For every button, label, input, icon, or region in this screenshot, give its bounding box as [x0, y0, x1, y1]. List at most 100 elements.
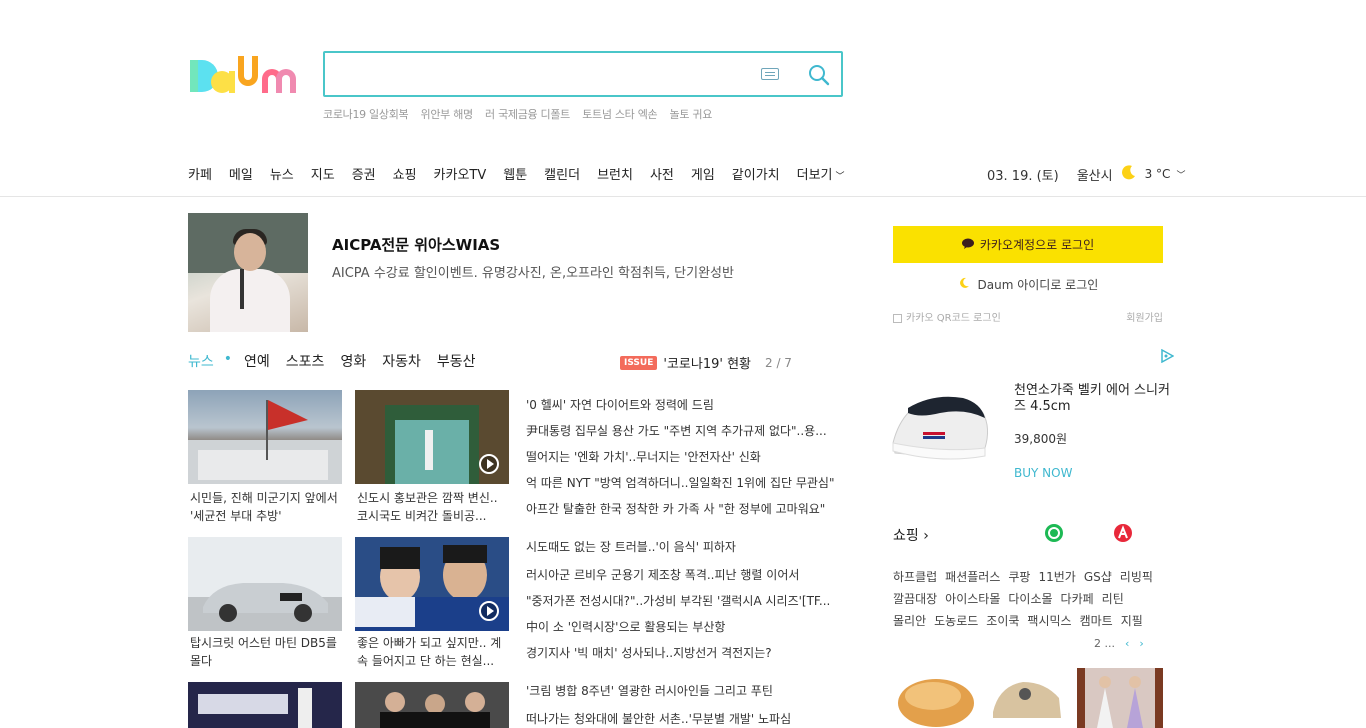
date-text: 03. 19. (토): [987, 168, 1059, 184]
shop-product-image[interactable]: [985, 672, 1071, 728]
shop-link[interactable]: 리빙픽: [1120, 570, 1153, 584]
headline[interactable]: 아프간 탈출한 한국 정착한 카 가족 사 "한 정부에 고마워요": [526, 500, 842, 517]
trending-item[interactable]: 놀토 귀요: [670, 108, 713, 121]
trending-item[interactable]: 토트넘 스타 엑손: [582, 108, 657, 121]
trending-item[interactable]: 위안부 해명: [421, 108, 474, 121]
headline[interactable]: "중저가폰 전성시대?"..가성비 부각된 '갤럭시A 시리즈'[TF...: [526, 592, 842, 609]
product-name[interactable]: 천연소가죽 벨키 에어 스니커즈 4.5cm: [1014, 383, 1174, 415]
search-icon[interactable]: [805, 61, 833, 89]
nav-item-together[interactable]: 같이가치: [732, 164, 780, 183]
shop-link[interactable]: 몰리안: [893, 614, 926, 628]
shop-link[interactable]: 조이쿡: [986, 614, 1019, 628]
nav-item-news[interactable]: 뉴스: [270, 164, 294, 183]
news-caption[interactable]: 좋은 아빠가 되고 싶지만.. 계속 들어지고 단 하는 현실...: [357, 634, 507, 670]
tab-news[interactable]: 뉴스: [188, 351, 214, 371]
red-letter-a-icon[interactable]: [1114, 524, 1132, 542]
headline[interactable]: 경기지사 '빅 매치' 성사되나..지방선거 격전지는?: [526, 644, 842, 661]
shopping-pager: 2 ... ‹ ›: [1094, 637, 1144, 650]
nav-item-game[interactable]: 게임: [691, 164, 715, 183]
signup-link[interactable]: 회원가입: [1126, 309, 1163, 324]
nav-item-kakaotv[interactable]: 카카오TV: [434, 164, 487, 183]
kakao-login-label: 카카오계정으로 로그인: [979, 238, 1095, 252]
kakao-login-button[interactable]: 카카오계정으로 로그인: [893, 226, 1163, 263]
shop-link[interactable]: 아이스타몰: [945, 592, 1000, 606]
keyboard-icon[interactable]: [761, 68, 779, 80]
news-thumb[interactable]: [355, 390, 509, 484]
tab-entertainment[interactable]: 연예: [244, 351, 270, 371]
play-icon: [479, 454, 499, 474]
headline[interactable]: 尹대통령 집무실 용산 가도 "주변 지역 추가규제 없다"..용...: [526, 422, 842, 439]
global-nav: 카페 메일 뉴스 지도 증권 쇼핑 카카오TV 웹툰 캘린더 브런치 사전 게임…: [188, 164, 879, 183]
headline[interactable]: 中이 소 '인력시장'으로 활용되는 부산항: [526, 618, 842, 635]
shop-link[interactable]: 패션플러스: [945, 570, 1000, 584]
daum-login-link[interactable]: Daum 아이디로 로그인: [893, 276, 1163, 293]
headline[interactable]: '0 헬씨' 자연 다이어트와 정력에 드림: [526, 396, 842, 413]
tab-movie[interactable]: 영화: [340, 351, 366, 371]
shop-link[interactable]: 지필: [1121, 614, 1143, 628]
nav-item-stock[interactable]: 증권: [352, 164, 376, 183]
next-arrow-icon[interactable]: ›: [1139, 637, 1143, 650]
buy-now-link[interactable]: BUY NOW: [1014, 466, 1072, 480]
shop-link[interactable]: 깔끔대장: [893, 592, 937, 606]
tab-sports[interactable]: 스포츠: [286, 351, 325, 371]
news-thumb[interactable]: [188, 682, 342, 728]
shop-page-indicator: 2 ...: [1094, 637, 1115, 650]
ad-image[interactable]: [188, 213, 308, 332]
news-thumb[interactable]: [188, 537, 342, 631]
shop-link[interactable]: 리틴: [1102, 592, 1124, 606]
shop-link[interactable]: 다카페: [1061, 592, 1094, 606]
qr-login-link[interactable]: 카카오 QR코드 로그인: [893, 309, 1001, 324]
nav-item-dictionary[interactable]: 사전: [650, 164, 674, 183]
issue-badge: ISSUE: [620, 355, 658, 370]
headline[interactable]: 떨어지는 '엔화 가치'..무너지는 '안전자산' 신화: [526, 448, 842, 465]
shop-product-image[interactable]: [893, 668, 979, 728]
green-circle-icon[interactable]: [1045, 524, 1063, 542]
nav-item-cafe[interactable]: 카페: [188, 164, 212, 183]
chevron-down-icon[interactable]: ﹀: [1176, 168, 1185, 181]
shop-product-image[interactable]: [1077, 668, 1163, 728]
news-caption[interactable]: 탑시크릿 어스턴 마틴 DB5를 몰다: [190, 634, 340, 670]
nav-item-map[interactable]: 지도: [311, 164, 335, 183]
shop-link[interactable]: 팩시믹스: [1027, 614, 1071, 628]
shop-link[interactable]: 도농로드: [934, 614, 978, 628]
nav-item-more[interactable]: 더보기 ﹀: [797, 164, 862, 183]
nav-item-webtoon[interactable]: 웹툰: [503, 164, 527, 183]
search-input[interactable]: [337, 63, 757, 87]
headline[interactable]: 시도때도 없는 장 트러블..'이 음식' 피하자: [526, 538, 842, 555]
news-caption[interactable]: 신도시 홍보관은 깜짝 변신.. 코시국도 비켜간 돌비공...: [357, 489, 507, 525]
shop-link[interactable]: 캠마트: [1080, 614, 1113, 628]
news-thumb[interactable]: [355, 682, 509, 728]
chevron-down-icon: ﹀: [835, 172, 845, 182]
shop-link[interactable]: 11번가: [1038, 570, 1075, 584]
product-image[interactable]: [888, 388, 993, 478]
tab-car[interactable]: 자동차: [382, 351, 421, 371]
trending-item[interactable]: 코로나19 일상회복: [323, 108, 409, 121]
shopping-links: 하프클럽 패션플러스 쿠팡 11번가 GS샵 리빙픽 깔끔대장 아이스타몰 다이소몰 다카페 리틴…: [893, 566, 1163, 632]
headline[interactable]: 러시아군 르비우 군용기 제조창 폭격..피난 행렬 이어서: [526, 566, 842, 583]
news-thumb[interactable]: [188, 390, 342, 484]
nav-item-brunch[interactable]: 브런치: [597, 164, 633, 183]
ad-title[interactable]: AICPA전문 위아스WIAS: [332, 234, 500, 255]
nav-item-mail[interactable]: 메일: [229, 164, 253, 183]
tab-realestate[interactable]: 부동산: [437, 351, 476, 371]
shop-link[interactable]: 쿠팡: [1008, 570, 1030, 584]
ad-description[interactable]: AICPA 수강료 할인이벤트. 유명강사진, 온,오프라인 학점취득, 단기완…: [332, 262, 734, 281]
moon-icon: [958, 277, 974, 292]
issue-title[interactable]: '코로나19' 현황: [663, 353, 751, 372]
headline[interactable]: 억 따른 NYT "방역 엄격하더니..일일확진 1위에 집단 무관심": [526, 474, 842, 491]
shopping-title[interactable]: 쇼핑 ›: [893, 525, 929, 545]
nav-item-shopping[interactable]: 쇼핑: [393, 164, 417, 183]
location-text[interactable]: 울산시: [1077, 165, 1113, 184]
prev-arrow-icon[interactable]: ‹: [1125, 637, 1129, 650]
trending-item[interactable]: 러 국제금융 디폴트: [485, 108, 570, 121]
shop-link[interactable]: 다이소몰: [1008, 592, 1052, 606]
news-caption[interactable]: 시민들, 진해 미군기지 앞에서 '세균전 부대 추방': [190, 489, 340, 525]
adchoice-icon[interactable]: [1160, 348, 1175, 366]
shop-link[interactable]: 하프클럽: [893, 570, 937, 584]
shop-link[interactable]: GS샵: [1084, 570, 1112, 584]
news-thumb[interactable]: [355, 537, 509, 631]
headline[interactable]: 떠나가는 청와대에 불안한 서촌..'무분별 개발' 노파심: [526, 710, 842, 727]
daum-logo[interactable]: [188, 52, 306, 98]
nav-item-calendar[interactable]: 캘린더: [544, 164, 580, 183]
headline[interactable]: '크림 병합 8주년' 열광한 러시아인들 그리고 푸틴: [526, 682, 842, 699]
